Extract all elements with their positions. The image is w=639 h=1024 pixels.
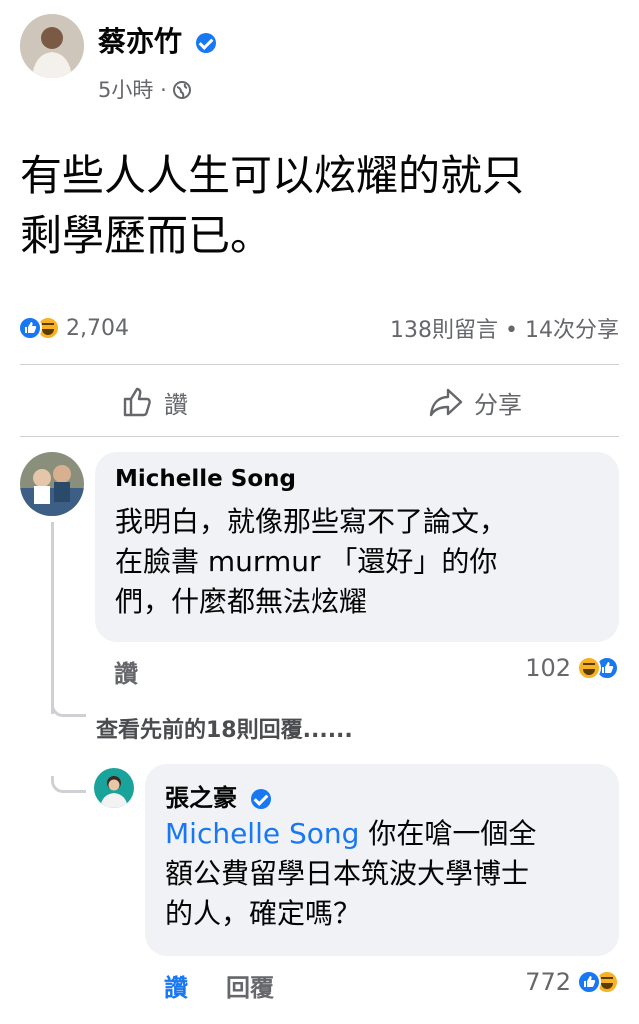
post-meta: 5小時 · <box>98 74 192 104</box>
share-arrow-icon <box>429 388 463 417</box>
reaction-count: 2,704 <box>66 315 129 341</box>
like-button[interactable]: 讚 <box>120 380 188 424</box>
post-author-name[interactable]: 蔡亦竹 <box>98 25 182 58</box>
reply-connector <box>51 776 86 793</box>
reply-author-row: 張之豪 <box>165 778 272 813</box>
reply-line: 額公費留學日本筑波大學博士 <box>165 857 530 890</box>
view-previous-replies-link[interactable]: 查看先前的18則回覆...... <box>96 712 353 744</box>
reaction-summary[interactable]: 2,704 <box>18 314 129 342</box>
author-avatar[interactable] <box>20 14 84 78</box>
post-text-line: 有些人人生可以炫耀的就只 <box>20 151 525 200</box>
reply-line: 的人，確定嗎？ <box>165 897 362 930</box>
reply-reactions[interactable]: 772 <box>525 966 619 998</box>
action-divider-bottom <box>20 436 619 437</box>
mention-link[interactable]: Michelle Song <box>165 817 359 850</box>
reply-like-button[interactable]: 讚 <box>164 968 188 1003</box>
action-divider-top <box>20 364 619 365</box>
post-time[interactable]: 5小時 <box>98 78 153 102</box>
reply-text: Michelle Song 你在嗆一個全 額公費留學日本筑波大學博士 的人，確定… <box>165 814 536 934</box>
comment-bubble[interactable]: Michelle Song 我明白，就像那些寫不了論文， 在臉書 murmur … <box>95 452 619 642</box>
comment-reactions[interactable]: 102 <box>525 652 619 684</box>
post-text: 有些人人生可以炫耀的就只 剩學歷而已。 <box>20 146 524 266</box>
like-label: 讚 <box>164 390 188 419</box>
meta-separator: · <box>160 78 174 102</box>
like-reaction-icon <box>577 970 601 994</box>
commenter-avatar[interactable] <box>20 452 84 516</box>
thread-line <box>51 522 54 714</box>
post-text-line: 剩學歷而已。 <box>20 211 273 260</box>
thumbs-up-icon <box>123 387 151 417</box>
comment-reaction-count: 102 <box>525 654 571 682</box>
comment-text: 我明白，就像那些寫不了論文， 在臉書 murmur 「還好」的你 們，什麼都無法… <box>115 502 507 622</box>
comment-line: 我明白，就像那些寫不了論文， <box>115 505 508 538</box>
reply-line: 你在嗆一個全 <box>359 817 537 850</box>
thread-connector <box>51 700 86 717</box>
reply-reply-button[interactable]: 回覆 <box>226 968 274 1003</box>
comment-author[interactable]: Michelle Song <box>115 466 296 492</box>
post-author-row: 蔡亦竹 <box>98 20 216 60</box>
globe-icon <box>173 81 192 99</box>
comment-line: 們，什麼都無法炫耀 <box>115 585 368 618</box>
replier-avatar[interactable] <box>94 768 134 808</box>
verified-badge-icon <box>251 789 272 809</box>
share-button[interactable]: 分享 <box>428 380 522 424</box>
reply-reaction-count: 772 <box>525 968 571 996</box>
reply-author[interactable]: 張之豪 <box>165 784 237 812</box>
comment-line: 在臉書 murmur 「還好」的你 <box>115 545 498 578</box>
comments-shares-count[interactable]: 138則留言 • 14次分享 <box>390 312 619 344</box>
like-reaction-icon <box>18 316 42 340</box>
share-label: 分享 <box>474 390 522 419</box>
reply-bubble[interactable]: 張之豪 Michelle Song 你在嗆一個全 額公費留學日本筑波大學博士 的… <box>145 764 619 956</box>
verified-badge-icon <box>195 33 216 53</box>
haha-reaction-icon <box>577 656 601 680</box>
comment-like-button[interactable]: 讚 <box>114 654 138 689</box>
